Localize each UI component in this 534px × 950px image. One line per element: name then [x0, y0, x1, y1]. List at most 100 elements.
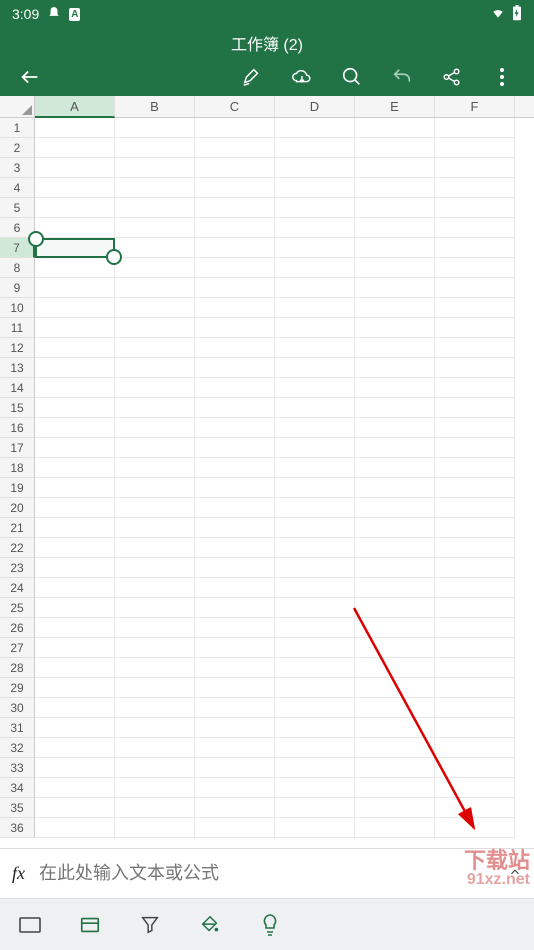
row-header[interactable]: 31	[0, 718, 35, 738]
cell[interactable]	[195, 578, 275, 598]
cell[interactable]	[35, 338, 115, 358]
cell[interactable]	[35, 598, 115, 618]
cell[interactable]	[355, 698, 435, 718]
cell[interactable]	[275, 818, 355, 838]
cell[interactable]	[355, 318, 435, 338]
row-header[interactable]: 11	[0, 318, 35, 338]
cell[interactable]	[35, 378, 115, 398]
row-header[interactable]: 34	[0, 778, 35, 798]
cell[interactable]	[195, 338, 275, 358]
cell[interactable]	[195, 158, 275, 178]
cell[interactable]	[35, 418, 115, 438]
cell[interactable]	[35, 558, 115, 578]
row-header[interactable]: 28	[0, 658, 35, 678]
cell[interactable]	[355, 658, 435, 678]
cell[interactable]	[115, 198, 195, 218]
cell[interactable]	[275, 478, 355, 498]
share-icon[interactable]	[440, 65, 464, 89]
row-header[interactable]: 4	[0, 178, 35, 198]
cell[interactable]	[435, 218, 515, 238]
cell[interactable]	[115, 558, 195, 578]
row-header[interactable]: 22	[0, 538, 35, 558]
cell[interactable]	[435, 718, 515, 738]
cell[interactable]	[195, 818, 275, 838]
cell[interactable]	[35, 298, 115, 318]
cell[interactable]	[275, 318, 355, 338]
cell[interactable]	[115, 798, 195, 818]
cell[interactable]	[275, 638, 355, 658]
cloud-icon[interactable]	[290, 65, 314, 89]
cell[interactable]	[275, 758, 355, 778]
cell[interactable]	[435, 498, 515, 518]
row-header[interactable]: 23	[0, 558, 35, 578]
cell[interactable]	[355, 478, 435, 498]
cell[interactable]	[195, 518, 275, 538]
cell[interactable]	[355, 458, 435, 478]
cell[interactable]	[275, 338, 355, 358]
cell[interactable]	[35, 758, 115, 778]
select-all-corner[interactable]	[0, 96, 35, 117]
row-header[interactable]: 12	[0, 338, 35, 358]
cell[interactable]	[35, 398, 115, 418]
cell[interactable]	[115, 478, 195, 498]
cell[interactable]	[435, 318, 515, 338]
row-header[interactable]: 36	[0, 818, 35, 838]
cell[interactable]	[35, 738, 115, 758]
cell[interactable]	[355, 338, 435, 358]
row-header[interactable]: 9	[0, 278, 35, 298]
cell[interactable]	[115, 818, 195, 838]
row-header[interactable]: 33	[0, 758, 35, 778]
cell[interactable]	[435, 818, 515, 838]
row-header[interactable]: 32	[0, 738, 35, 758]
cell[interactable]	[435, 518, 515, 538]
more-icon[interactable]	[490, 65, 514, 89]
cell[interactable]	[435, 198, 515, 218]
cell[interactable]	[275, 738, 355, 758]
cell[interactable]	[355, 418, 435, 438]
cell[interactable]	[275, 238, 355, 258]
cell[interactable]	[355, 638, 435, 658]
cell[interactable]	[115, 758, 195, 778]
cell[interactable]	[355, 398, 435, 418]
cell[interactable]	[275, 398, 355, 418]
cell[interactable]	[115, 658, 195, 678]
cell[interactable]	[35, 278, 115, 298]
cell[interactable]	[435, 358, 515, 378]
cell[interactable]	[35, 798, 115, 818]
cell[interactable]	[115, 238, 195, 258]
row-header[interactable]: 2	[0, 138, 35, 158]
row-header[interactable]: 8	[0, 258, 35, 278]
cell[interactable]	[195, 258, 275, 278]
cell[interactable]	[275, 178, 355, 198]
idea-icon[interactable]	[258, 913, 282, 937]
cell[interactable]	[195, 718, 275, 738]
cell[interactable]	[35, 698, 115, 718]
cell[interactable]	[115, 678, 195, 698]
row-header[interactable]: 35	[0, 798, 35, 818]
formula-input[interactable]	[39, 863, 494, 884]
search-icon[interactable]	[340, 65, 364, 89]
cell[interactable]	[115, 138, 195, 158]
cell[interactable]	[275, 358, 355, 378]
cell[interactable]	[195, 358, 275, 378]
cell[interactable]	[195, 598, 275, 618]
cell[interactable]	[35, 138, 115, 158]
cell[interactable]	[355, 498, 435, 518]
cell[interactable]	[35, 818, 115, 838]
cell[interactable]	[115, 638, 195, 658]
cell[interactable]	[435, 178, 515, 198]
cell[interactable]	[435, 398, 515, 418]
cell[interactable]	[435, 238, 515, 258]
cell[interactable]	[435, 798, 515, 818]
cell[interactable]	[195, 778, 275, 798]
cell[interactable]	[115, 418, 195, 438]
cell[interactable]	[35, 718, 115, 738]
cell[interactable]	[355, 818, 435, 838]
cell[interactable]	[355, 158, 435, 178]
cell[interactable]	[195, 758, 275, 778]
cell[interactable]	[115, 518, 195, 538]
cell[interactable]	[115, 618, 195, 638]
cell[interactable]	[435, 618, 515, 638]
cell[interactable]	[435, 638, 515, 658]
cell[interactable]	[35, 198, 115, 218]
